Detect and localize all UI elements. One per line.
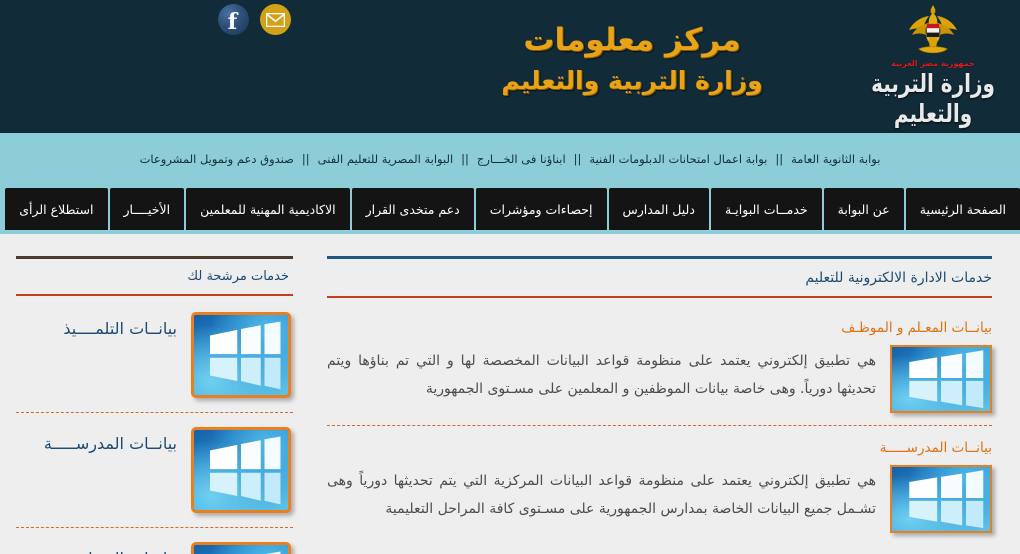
nav-item-schools[interactable]: دليل المدارس: [608, 188, 709, 230]
linkbar-separator: ||: [573, 152, 582, 166]
secondary-link-bar-inner: بوابة الثانوية العامة || بوابة اعمال امت…: [137, 152, 884, 166]
sidebar-divider: [16, 412, 293, 413]
linkbar-separator: ||: [301, 152, 310, 166]
egypt-emblem: جمهورية مصر العربية وزارة التربية والتعل…: [858, 2, 1008, 128]
windows-logo-thumbnail[interactable]: [191, 312, 291, 398]
windows-logo-thumbnail[interactable]: [890, 465, 992, 533]
panel-bottom-rule: [327, 296, 992, 298]
service-body: هي تطبيق إلكتروني يعتمد على منظومة قواعد…: [327, 465, 992, 533]
linkbar-separator: ||: [461, 152, 469, 166]
page-content: خدمات الادارة الالكترونية للتعليم بيانــ…: [0, 234, 1020, 554]
service-body: هي تطبيق إلكتروني يعتمد على منظومة قواعد…: [327, 345, 992, 413]
page-root: f مركز معلومات وزارة التربية والتعليم جم…: [0, 0, 1020, 554]
nav-item-teacher-academy[interactable]: الاكاديمية المهنية للمعلمين: [186, 188, 350, 230]
sidebar-item-label: بيانــات المدرســـــة: [43, 434, 177, 453]
nav-item-decision-support[interactable]: دعم متخدى القرار: [351, 188, 474, 230]
sidebar-item-label: بيانــات المعـلم و: [18, 542, 177, 554]
service-card-school: بيانــات المدرســـــة هي تطبيق إلكتروني …: [327, 440, 992, 533]
linkbar-link-technical-education[interactable]: البوابة المصرية للتعليم الفنى: [315, 152, 457, 166]
emblem-ministry-label: وزارة التربية والتعليم: [871, 68, 996, 128]
sidebar-item-student-data[interactable]: بيانــات التلمــــيذ: [16, 312, 293, 398]
sidebar-title: خدمات مرشحة لك: [187, 269, 289, 284]
windows-logo-thumbnail[interactable]: [890, 345, 992, 413]
sidebar-item-teacher-data[interactable]: بيانــات المعـلم و: [16, 542, 293, 554]
linkbar-link-abroad[interactable]: ابناؤنا فى الخـــارج: [474, 152, 569, 166]
sidebar-bottom-rule: [16, 294, 293, 296]
panel-title: خدمات الادارة الالكترونية للتعليم: [805, 270, 992, 286]
site-title-sub: وزارة التربية والتعليم: [501, 66, 763, 95]
eagle-of-saladin-icon: [909, 5, 957, 54]
site-header: f مركز معلومات وزارة التربية والتعليم جم…: [0, 0, 1020, 130]
recommended-services-sidebar: خدمات مرشحة لك بيانــات التلمــــيذ بيان…: [0, 234, 305, 554]
facebook-icon[interactable]: f: [218, 4, 249, 35]
windows-logo-thumbnail[interactable]: [191, 427, 291, 513]
sidebar-item-label: بيانــات التلمــــيذ: [63, 319, 177, 338]
sidebar-divider: [16, 527, 293, 528]
windows-logo-thumbnail[interactable]: [191, 542, 291, 554]
nav-item-home[interactable]: الصفحة الرئيسية: [905, 188, 1020, 230]
site-title-main: مركز معلومات: [523, 22, 741, 58]
service-description: هي تطبيق إلكتروني يعتمد على منظومة قواعد…: [327, 353, 876, 397]
nav-item-services[interactable]: خدمــات البوايـة: [710, 188, 822, 230]
nav-item-poll[interactable]: استطلاع الرأى: [5, 188, 108, 230]
nav-item-news[interactable]: الأخيــــار: [109, 188, 185, 230]
social-icons: f: [218, 4, 291, 35]
nav-item-statistics[interactable]: إحصاءات ومؤشرات: [475, 188, 607, 230]
service-divider: [327, 425, 992, 426]
service-card-teacher-employee: بيانــات المعـلم و الموظـف هي تطبيق إلكت…: [327, 320, 992, 413]
nav-item-about[interactable]: عن البوابة: [823, 188, 904, 230]
main-panel: خدمات الادارة الالكترونية للتعليم بيانــ…: [305, 234, 1020, 544]
linkbar-link-thanaweya[interactable]: بوابة الثانوية العامة: [788, 152, 883, 166]
site-title: مركز معلومات وزارة التربية والتعليم: [422, 18, 842, 100]
facebook-f-glyph: f: [227, 8, 238, 35]
email-icon[interactable]: [260, 4, 291, 35]
service-title: بيانــات المدرســـــة: [879, 440, 992, 456]
sidebar-item-school-data[interactable]: بيانــات المدرســـــة: [16, 427, 293, 513]
emblem-country-label: جمهورية مصر العربية: [891, 59, 975, 68]
linkbar-link-projects-fund[interactable]: صندوق دعم وتمويل المشروعات: [137, 152, 297, 166]
linkbar-separator: ||: [775, 152, 784, 166]
service-description: هي تطبيق إلكتروني يعتمد على منظومة قواعد…: [327, 473, 876, 517]
main-navigation: الصفحة الرئيسية عن البوابة خدمــات البوا…: [0, 185, 1020, 234]
service-title: بيانــات المعـلم و الموظـف: [841, 320, 992, 336]
linkbar-link-diplomas[interactable]: بوابة اعمال امتحانات الدبلومات الفنية: [586, 152, 770, 166]
secondary-link-bar: بوابة الثانوية العامة || بوابة اعمال امت…: [0, 130, 1020, 185]
